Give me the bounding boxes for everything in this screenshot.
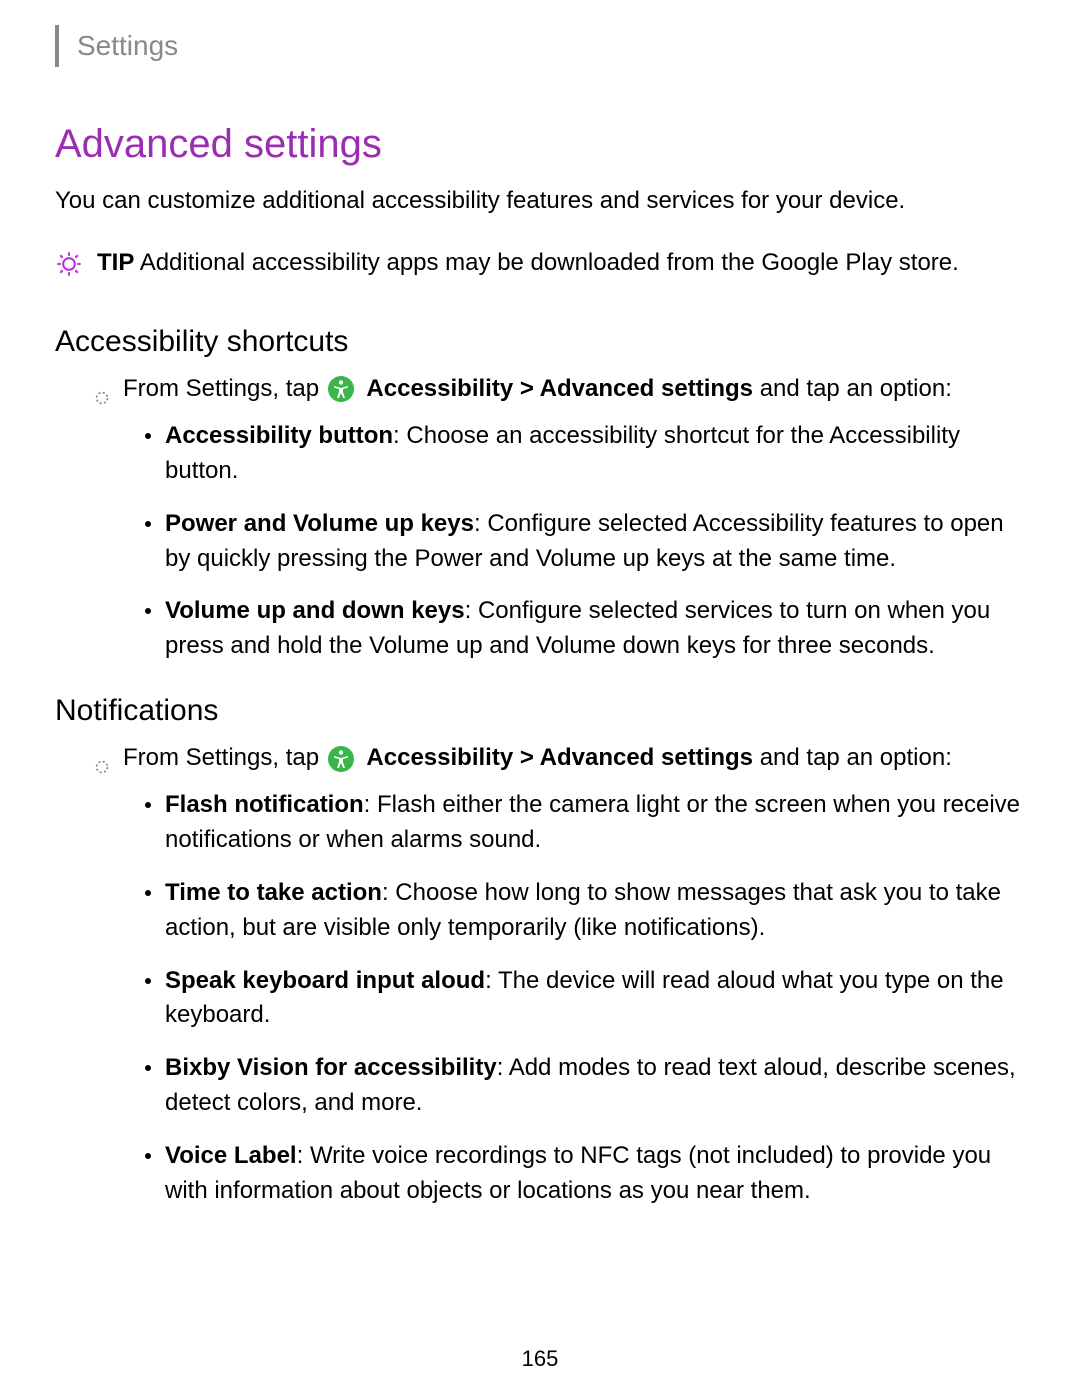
instruction-text: From Settings, tap Accessibility > Advan…: [123, 373, 952, 405]
list-item: Voice Label: Write voice recordings to N…: [145, 1139, 1025, 1209]
bullet-dot-icon: [145, 1065, 151, 1071]
section-title-shortcuts: Accessibility shortcuts: [55, 325, 1025, 359]
tip-label: TIP: [97, 249, 134, 276]
page-number: 165: [0, 1346, 1080, 1372]
list-item: Volume up and down keys: Configure selec…: [145, 594, 1025, 664]
page-title: Advanced settings: [55, 122, 1025, 167]
bullet-dot-icon: [145, 890, 151, 896]
tip-body: Additional accessibility apps may be dow…: [140, 249, 959, 276]
list-item: Accessibility button: Choose an accessib…: [145, 419, 1025, 489]
bullet-dot-icon: [145, 978, 151, 984]
list-item: Time to take action: Choose how long to …: [145, 876, 1025, 946]
list-item: Power and Volume up keys: Configure sele…: [145, 507, 1025, 577]
bullet-dot-icon: [145, 608, 151, 614]
circle-bullet-icon: [95, 751, 109, 765]
bullet-dot-icon: [145, 521, 151, 527]
tip-text: TIP Additional accessibility apps may be…: [97, 247, 959, 279]
instruction-row: From Settings, tap Accessibility > Advan…: [95, 742, 1025, 774]
list-item: Flash notification: Flash either the cam…: [145, 788, 1025, 858]
instruction-row: From Settings, tap Accessibility > Advan…: [95, 373, 1025, 405]
accessibility-icon: [328, 376, 354, 402]
circle-bullet-icon: [95, 382, 109, 396]
bullet-dot-icon: [145, 802, 151, 808]
list-item: Bixby Vision for accessibility: Add mode…: [145, 1051, 1025, 1121]
intro-paragraph: You can customize additional accessibili…: [55, 185, 1025, 217]
lightbulb-icon: [55, 250, 83, 278]
instruction-text: From Settings, tap Accessibility > Advan…: [123, 742, 952, 774]
tip-callout: TIP Additional accessibility apps may be…: [55, 247, 1025, 279]
section-title-notifications: Notifications: [55, 694, 1025, 728]
accessibility-icon: [328, 746, 354, 772]
breadcrumb-text: Settings: [77, 30, 178, 62]
bullet-dot-icon: [145, 1153, 151, 1159]
bullet-list-notifications: Flash notification: Flash either the cam…: [145, 788, 1025, 1208]
header-accent-bar: [55, 25, 59, 67]
bullet-dot-icon: [145, 433, 151, 439]
list-item: Speak keyboard input aloud: The device w…: [145, 964, 1025, 1034]
bullet-list-shortcuts: Accessibility button: Choose an accessib…: [145, 419, 1025, 664]
header-breadcrumb: Settings: [55, 25, 1025, 67]
